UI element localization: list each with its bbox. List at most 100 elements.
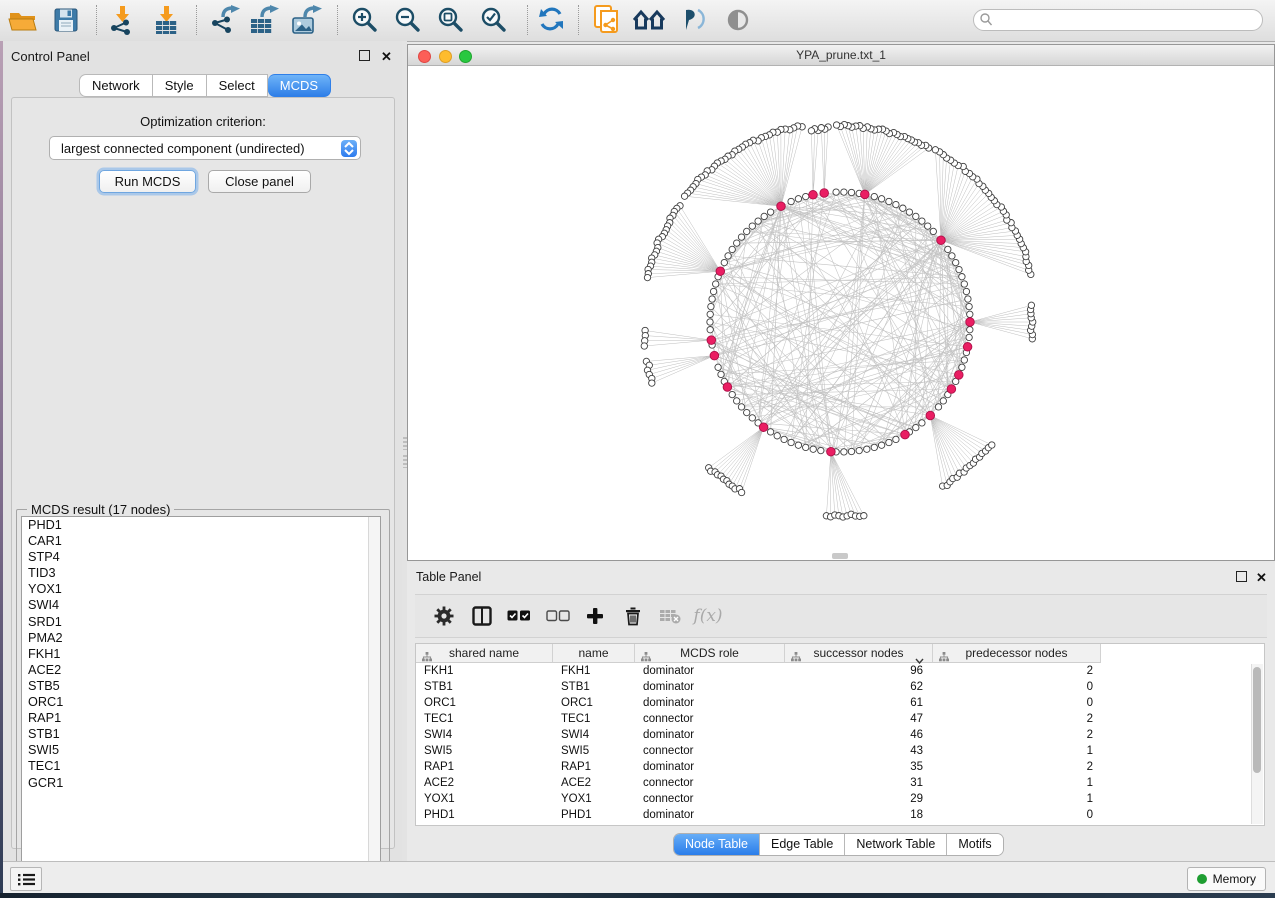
delete-table-icon[interactable] <box>653 601 687 631</box>
network-node[interactable] <box>803 193 809 199</box>
network-node[interactable] <box>708 303 714 309</box>
graphics-details-icon[interactable] <box>676 5 710 35</box>
network-node[interactable] <box>967 311 973 317</box>
delete-column-icon[interactable] <box>616 601 650 631</box>
network-node[interactable] <box>707 327 713 333</box>
network-node[interactable] <box>715 364 721 370</box>
network-node[interactable] <box>959 274 965 280</box>
cell-predecessor-nodes[interactable]: 2 <box>933 711 1101 727</box>
zoom-in-icon[interactable] <box>348 5 382 35</box>
float-panel-icon[interactable] <box>359 50 370 61</box>
mcds-hub-node[interactable] <box>777 202 786 211</box>
cell-predecessor-nodes[interactable]: 2 <box>933 727 1101 743</box>
mcds-hub-node[interactable] <box>947 385 956 394</box>
close-panel-icon[interactable]: ✕ <box>381 52 392 61</box>
cell-name[interactable]: ACE2 <box>553 775 635 791</box>
mcds-hub-node[interactable] <box>861 190 870 199</box>
network-node[interactable] <box>709 296 715 302</box>
cell-MCDS-role[interactable]: dominator <box>635 663 785 679</box>
window-minimize-icon[interactable] <box>439 50 452 63</box>
refresh-layout-icon[interactable] <box>535 5 569 35</box>
network-node[interactable] <box>893 436 899 442</box>
export-image-icon[interactable] <box>290 5 324 35</box>
cell-successor-nodes[interactable]: 29 <box>785 791 933 807</box>
window-zoom-icon[interactable] <box>459 50 472 63</box>
mcds-result-item[interactable]: STB1 <box>22 726 380 742</box>
network-node[interactable] <box>935 404 941 410</box>
network-node[interactable] <box>788 439 794 445</box>
network-node[interactable] <box>900 205 906 211</box>
network-scrollbar-thumb[interactable] <box>832 553 848 559</box>
memory-button[interactable]: Memory <box>1187 867 1266 891</box>
column-header-successor-nodes[interactable]: successor nodes <box>785 644 933 663</box>
tab-motifs[interactable]: Motifs <box>946 834 1002 855</box>
mcds-result-item[interactable]: SWI5 <box>22 742 380 758</box>
network-node[interactable] <box>681 193 687 199</box>
cell-name[interactable]: YOX1 <box>553 791 635 807</box>
cell-name[interactable]: ORC1 <box>553 695 635 711</box>
splitter-grip[interactable] <box>403 437 407 450</box>
splitter-grip[interactable] <box>403 455 407 468</box>
scrollbar-thumb[interactable] <box>1253 667 1261 773</box>
network-node[interactable] <box>707 311 713 317</box>
close-panel-button[interactable]: Close panel <box>208 170 311 193</box>
network-node[interactable] <box>989 442 995 448</box>
scrollbar-track[interactable] <box>368 517 380 871</box>
zoom-out-icon[interactable] <box>391 5 425 35</box>
network-node[interactable] <box>729 391 735 397</box>
mcds-result-item[interactable]: RAP1 <box>22 710 380 726</box>
network-node[interactable] <box>710 288 716 294</box>
network-node[interactable] <box>961 357 967 363</box>
network-node[interactable] <box>919 218 925 224</box>
mcds-result-item[interactable]: ACE2 <box>22 662 380 678</box>
import-network-icon[interactable] <box>106 5 140 35</box>
cell-MCDS-role[interactable]: dominator <box>635 727 785 743</box>
cell-shared-name[interactable]: SWI4 <box>416 727 553 743</box>
network-node[interactable] <box>808 128 814 134</box>
network-node[interactable] <box>744 228 750 234</box>
cell-MCDS-role[interactable]: dominator <box>635 679 785 695</box>
cell-name[interactable]: RAP1 <box>553 759 635 775</box>
search-input[interactable] <box>973 9 1263 31</box>
mcds-result-item[interactable]: SRD1 <box>22 614 380 630</box>
cell-shared-name[interactable]: YOX1 <box>416 791 553 807</box>
tab-select[interactable]: Select <box>207 74 268 97</box>
mcds-hub-node[interactable] <box>723 383 732 392</box>
network-node[interactable] <box>871 444 877 450</box>
mcds-result-item[interactable]: PHD1 <box>22 517 380 533</box>
network-node[interactable] <box>818 447 824 453</box>
tab-network-table[interactable]: Network Table <box>844 834 946 855</box>
network-node[interactable] <box>961 281 967 287</box>
open-file-icon[interactable] <box>6 5 40 35</box>
cell-successor-nodes[interactable]: 96 <box>785 663 933 679</box>
network-node[interactable] <box>841 189 847 195</box>
cell-MCDS-role[interactable]: dominator <box>635 695 785 711</box>
network-node[interactable] <box>841 449 847 455</box>
mcds-hub-node[interactable] <box>926 411 935 420</box>
column-header-MCDS-role[interactable]: MCDS role <box>635 644 785 663</box>
cell-shared-name[interactable]: ACE2 <box>416 775 553 791</box>
mcds-result-item[interactable]: STP4 <box>22 549 380 565</box>
network-node[interactable] <box>734 398 740 404</box>
window-close-icon[interactable] <box>418 50 431 63</box>
close-panel-icon[interactable]: ✕ <box>1256 573 1267 582</box>
network-node[interactable] <box>878 442 884 448</box>
mcds-hub-node[interactable] <box>966 318 975 327</box>
network-node[interactable] <box>871 193 877 199</box>
cell-MCDS-role[interactable]: connector <box>635 791 785 807</box>
network-node[interactable] <box>861 513 867 519</box>
network-node[interactable] <box>919 420 925 426</box>
network-node[interactable] <box>644 274 650 280</box>
tab-network[interactable]: Network <box>79 74 153 97</box>
network-node[interactable] <box>744 409 750 415</box>
zoom-selected-icon[interactable] <box>477 5 511 35</box>
mcds-result-item[interactable]: TID3 <box>22 565 380 581</box>
cell-name[interactable]: TEC1 <box>553 711 635 727</box>
network-node[interactable] <box>795 196 801 202</box>
network-node[interactable] <box>956 266 962 272</box>
zoom-fit-icon[interactable] <box>434 5 468 35</box>
network-node[interactable] <box>932 147 938 153</box>
export-table-icon[interactable] <box>247 5 281 35</box>
cell-successor-nodes[interactable]: 46 <box>785 727 933 743</box>
add-column-icon[interactable] <box>578 601 612 631</box>
